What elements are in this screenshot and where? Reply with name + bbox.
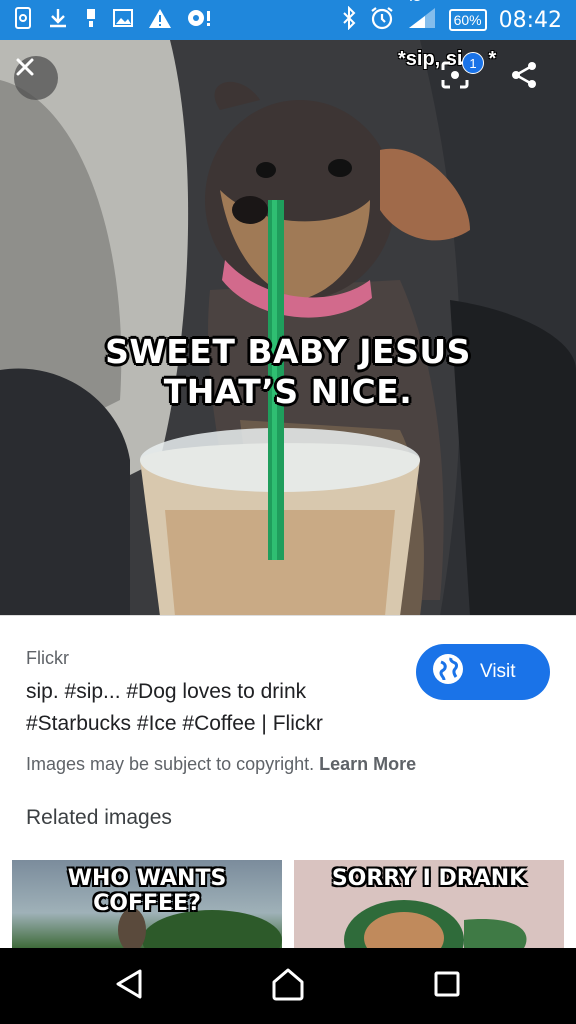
back-button[interactable] <box>99 956 159 1016</box>
result-title[interactable]: sip. #sip... #Dog loves to drink #Starbu… <box>26 676 396 740</box>
copyright-text: Images may be subject to copyright. <box>26 754 315 774</box>
status-bar: 4G 60% 08:42 <box>0 0 576 40</box>
home-icon <box>270 967 306 1006</box>
share-button[interactable] <box>510 60 550 100</box>
recents-button[interactable] <box>417 956 477 1016</box>
screenshot-icon <box>14 6 32 35</box>
android-nav-bar <box>0 948 576 1024</box>
battery-indicator: 60% <box>448 9 487 31</box>
overlay-text-suffix: * <box>488 48 497 70</box>
alarm-icon <box>369 5 395 36</box>
copyright-notice: Images may be subject to copyright. Lear… <box>26 754 416 775</box>
close-button[interactable] <box>14 56 58 100</box>
source-label[interactable]: Flickr <box>26 648 69 669</box>
related-image-2[interactable]: SORRY I DRANK <box>294 860 564 948</box>
lens-badge: 1 <box>462 52 484 74</box>
related-image-1-caption: WHO WANTS COFFEE? <box>67 866 227 916</box>
download-icon <box>46 6 70 35</box>
back-icon <box>114 968 144 1005</box>
clock: 08:42 <box>498 7 562 33</box>
network-type: 4G <box>407 0 422 4</box>
sim-icon <box>84 6 98 35</box>
recents-icon <box>433 970 461 1003</box>
signal-icon: 4G <box>407 0 437 35</box>
notification-icon <box>186 7 212 34</box>
lens-button[interactable]: 1 <box>440 52 484 100</box>
meme-caption-line2: THAT’S NICE. <box>163 372 413 411</box>
result-info-panel: Flickr sip. #sip... #Dog loves to drink … <box>0 616 576 948</box>
visit-button[interactable]: Visit <box>416 644 550 700</box>
visit-label: Visit <box>480 661 516 682</box>
bluetooth-icon <box>341 5 357 35</box>
related-image-1[interactable]: WHO WANTS COFFEE? <box>12 860 282 948</box>
image-icon <box>112 7 134 34</box>
status-right-icons: 4G 60% 08:42 <box>341 0 562 40</box>
related-images-heading: Related images <box>26 806 172 829</box>
warning-icon <box>148 7 172 34</box>
home-button[interactable] <box>258 956 318 1016</box>
dog-photo <box>0 40 576 616</box>
meme-caption-line1: SWEET BABY JESUS <box>105 332 471 371</box>
hero-image[interactable]: SWEET BABY JESUS THAT’S NICE. *sip, si * … <box>0 40 576 616</box>
related-image-2-caption: SORRY I DRANK <box>331 866 527 891</box>
globe-icon <box>432 653 464 691</box>
learn-more-link[interactable]: Learn More <box>319 754 416 774</box>
status-left-icons <box>0 6 212 35</box>
